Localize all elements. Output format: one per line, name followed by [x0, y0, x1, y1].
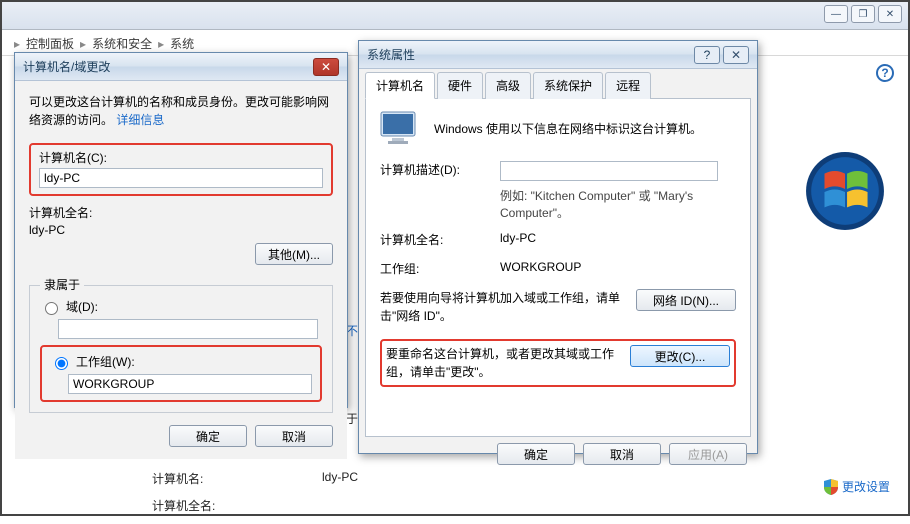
workgroup-radio[interactable]: [55, 357, 68, 370]
example-text: 例如: "Kitchen Computer" 或 "Mary's Compute…: [500, 187, 736, 221]
member-of-label: 隶属于: [40, 276, 84, 293]
workgroup-input[interactable]: [68, 374, 312, 394]
full-name-value: ldy-PC: [29, 223, 333, 237]
full-name-label: 计算机全名:: [29, 204, 333, 221]
ok-button[interactable]: 确定: [169, 425, 247, 447]
workgroup-value: WORKGROUP: [500, 260, 736, 277]
other-button[interactable]: 其他(M)...: [255, 243, 333, 265]
close-icon[interactable]: ✕: [313, 58, 339, 76]
computer-name-value: ldy-PC: [322, 470, 358, 487]
change-settings-link[interactable]: 更改设置: [824, 478, 890, 495]
computer-icon: [380, 111, 420, 145]
computer-name-label: 计算机名(C):: [39, 149, 323, 166]
help-icon[interactable]: ?: [876, 64, 894, 82]
chevron-right-icon: ▸: [80, 37, 86, 51]
tab-hardware[interactable]: 硬件: [437, 72, 483, 99]
close-icon[interactable]: ✕: [723, 46, 749, 64]
dialog-description: 可以更改这台计算机的名称和成员身份。更改可能影响网络资源的访问。 详细信息: [29, 93, 333, 129]
close-button[interactable]: ✕: [878, 5, 902, 23]
window-controls: — ❐ ✕: [824, 5, 902, 23]
workgroup-label: 工作组:: [380, 260, 500, 277]
tab-computer-name[interactable]: 计算机名: [365, 72, 435, 99]
domain-label: 域(D):: [66, 298, 98, 315]
dialog-titlebar[interactable]: 计算机名/域更改 ✕: [15, 53, 347, 81]
tab-advanced[interactable]: 高级: [485, 72, 531, 99]
breadcrumb-item[interactable]: 系统: [170, 35, 194, 52]
tabs: 计算机名 硬件 高级 系统保护 远程: [365, 71, 751, 99]
member-of-group: 隶属于 域(D): 工作组(W):: [29, 285, 333, 413]
change-button[interactable]: 更改(C)...: [630, 345, 730, 367]
details-link[interactable]: 详细信息: [116, 113, 164, 127]
change-text: 要重命名这台计算机，或者更改其域或工作组，请单击"更改"。: [386, 345, 620, 381]
intro-text: Windows 使用以下信息在网络中标识这台计算机。: [434, 120, 702, 137]
apply-button[interactable]: 应用(A): [669, 443, 747, 465]
dialog-title: 计算机名/域更改: [23, 58, 110, 75]
domain-radio[interactable]: [45, 302, 58, 315]
network-id-button[interactable]: 网络 ID(N)...: [636, 289, 736, 311]
tab-system-protection[interactable]: 系统保护: [533, 72, 603, 99]
domain-input: [58, 319, 318, 339]
computer-name-label: 计算机名:: [152, 470, 322, 487]
rename-domain-dialog: 计算机名/域更改 ✕ 可以更改这台计算机的名称和成员身份。更改可能影响网络资源的…: [14, 52, 348, 408]
change-highlight: 要重命名这台计算机，或者更改其域或工作组，请单击"更改"。 更改(C)...: [380, 339, 736, 387]
computer-name-input[interactable]: [39, 168, 323, 188]
computer-fullname-label: 计算机全名:: [152, 497, 322, 514]
tab-remote[interactable]: 远程: [605, 72, 651, 99]
maximize-button[interactable]: ❐: [851, 5, 875, 23]
chevron-right-icon: ▸: [158, 37, 164, 51]
wizard-text: 若要使用向导将计算机加入域或工作组，请单击"网络 ID"。: [380, 289, 626, 325]
tab-panel: Windows 使用以下信息在网络中标识这台计算机。 计算机描述(D): 例如:…: [365, 99, 751, 437]
breadcrumb-item[interactable]: 系统和安全: [92, 35, 152, 52]
minimize-button[interactable]: —: [824, 5, 848, 23]
cancel-button[interactable]: 取消: [255, 425, 333, 447]
computer-name-highlight: 计算机名(C):: [29, 143, 333, 196]
description-label: 计算机描述(D):: [380, 161, 500, 181]
workgroup-label: 工作组(W):: [76, 353, 135, 370]
dialog-title: 系统属性: [367, 46, 415, 63]
change-settings-label: 更改设置: [842, 478, 890, 495]
ok-button[interactable]: 确定: [497, 443, 575, 465]
dialog-titlebar[interactable]: 系统属性 ? ✕: [359, 41, 757, 69]
window-topbar: — ❐ ✕: [2, 2, 908, 30]
full-name-label: 计算机全名:: [380, 231, 500, 248]
breadcrumb-item[interactable]: 控制面板: [26, 35, 74, 52]
dialog-help-button[interactable]: ?: [694, 46, 720, 64]
description-input[interactable]: [500, 161, 718, 181]
full-name-value: ldy-PC: [500, 231, 736, 248]
system-properties-dialog: 系统属性 ? ✕ 计算机名 硬件 高级 系统保护 远程 Windows 使用以下…: [358, 40, 758, 454]
chevron-right-icon: ▸: [14, 37, 20, 51]
windows-logo-icon: [804, 150, 886, 232]
shield-icon: [824, 479, 838, 495]
cancel-button[interactable]: 取消: [583, 443, 661, 465]
